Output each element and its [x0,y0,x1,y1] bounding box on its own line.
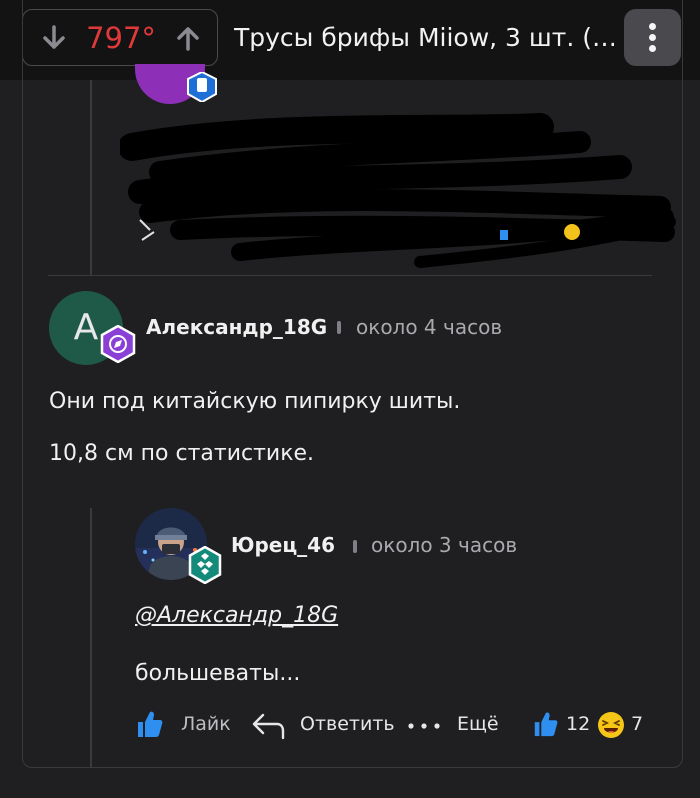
comment-text-line: 10,8 см по статистике. [49,441,315,466]
timestamp: около 3 часов [371,533,518,557]
like-button[interactable]: Лайк [181,710,231,738]
comment-text-line: Они под китайскую пипирку шиты. [49,389,461,414]
comment-text-line: большеваты... [135,661,301,686]
reply-arrow-icon[interactable] [251,712,285,740]
compass-badge-icon [100,325,136,363]
timestamp: около 4 часов [356,315,503,339]
diamond-badge-icon [188,546,222,584]
thread-line [90,508,92,768]
likes-count: 12 [566,713,591,735]
thread-line [90,80,92,275]
reply-button[interactable]: Ответить [300,710,395,738]
ellipsis-icon[interactable] [408,722,440,730]
username[interactable]: Александр_18G [146,313,327,341]
more-button[interactable]: Ещё [457,710,499,738]
laughing-emoji-icon[interactable] [597,711,625,739]
thumbs-up-icon[interactable] [135,709,163,739]
thumbs-up-icon[interactable] [532,710,558,738]
redaction-scribble [120,113,676,268]
separator-dot [353,540,357,553]
mention-link[interactable]: @Александр_18G [135,601,338,631]
comment-divider [48,275,652,276]
shield-badge-icon [187,72,217,102]
laugh-count: 7 [631,713,644,735]
username[interactable]: Юрец_46 [231,531,335,559]
separator-dot [337,321,341,334]
